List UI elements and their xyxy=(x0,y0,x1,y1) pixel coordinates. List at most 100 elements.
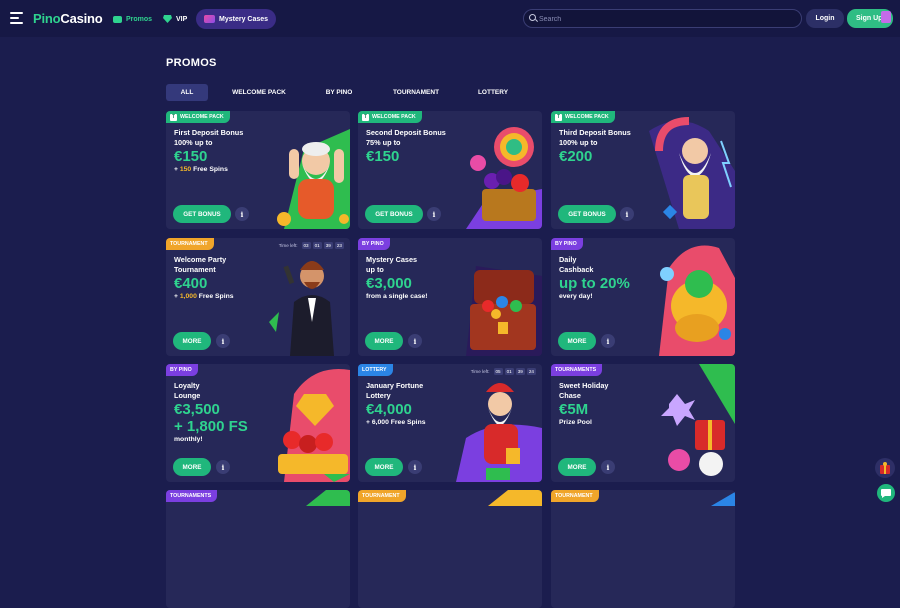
holiday-gifts-art xyxy=(661,364,735,476)
promo-amount: up to 20% xyxy=(559,275,630,292)
tab-lottery[interactable]: LOTTERY xyxy=(464,84,522,101)
chat-support-icon[interactable] xyxy=(877,484,895,502)
get-bonus-button[interactable]: GET BONUS xyxy=(558,205,616,223)
signup-button[interactable]: Sign Up xyxy=(847,9,893,28)
promo-badge: TOURNAMENTS xyxy=(166,490,218,502)
info-icon[interactable] xyxy=(408,334,422,348)
promo-card[interactable]: BY PINO Mystery Cases up to €3,000 from … xyxy=(358,238,542,356)
santa-winter-art xyxy=(456,383,542,482)
info-icon[interactable] xyxy=(427,207,441,221)
more-button[interactable]: MORE xyxy=(558,458,596,476)
search-box[interactable] xyxy=(523,9,802,28)
welcome-badge-icon: T xyxy=(170,113,177,121)
santa-muscle-art xyxy=(277,129,350,229)
search-input[interactable] xyxy=(539,12,789,26)
promo-amount: €150 xyxy=(366,148,400,165)
site-logo[interactable]: PinoCasino xyxy=(33,11,103,26)
promo-subtitle: + 150 Free Spins xyxy=(174,166,228,173)
promo-amount: €200 xyxy=(559,148,593,165)
chat-bubble-icon xyxy=(881,489,891,498)
more-button[interactable]: MORE xyxy=(173,332,211,350)
promo-badge: BY PINO xyxy=(551,238,583,250)
promo-card[interactable]: BY PINO Daily Cashback up to 20% every d… xyxy=(551,238,735,356)
promo-badge: TOURNAMENT xyxy=(166,238,214,250)
promo-card[interactable]: BY PINO Loyalty Lounge €3,500 + 1,800 FS… xyxy=(166,364,350,482)
tab-tournament[interactable]: TOURNAMENT xyxy=(368,84,464,101)
more-button[interactable]: MORE xyxy=(365,332,403,350)
nav-item-promos[interactable]: Promos xyxy=(113,9,152,29)
promo-card[interactable]: TOURNAMENTS Sweet Holiday Chase €5M Priz… xyxy=(551,364,735,482)
promo-subtitle: from a single case! xyxy=(366,293,428,300)
promo-title: Welcome Party Tournament xyxy=(174,255,227,274)
info-icon[interactable] xyxy=(408,460,422,474)
promo-badge: T WELCOME PACK xyxy=(166,111,230,123)
promo-card[interactable]: TOURNAMENT xyxy=(551,490,735,608)
promo-subtitle: Prize Pool xyxy=(559,419,592,426)
more-button[interactable]: MORE xyxy=(558,332,596,350)
nav-item-mystery-cases[interactable]: Mystery Cases xyxy=(196,9,276,29)
promo-title: January Fortune Lottery xyxy=(366,381,424,400)
promo-card[interactable]: TOURNAMENT xyxy=(358,490,542,608)
nav-item-vip[interactable]: VIP xyxy=(163,9,187,29)
welcome-badge-icon: T xyxy=(362,113,369,121)
promo-subtitle: + 1,000 Free Spins xyxy=(174,293,234,300)
promo-art xyxy=(306,490,350,506)
promo-card[interactable]: TOURNAMENT Time left: 03 01 39 23 Welcome P… xyxy=(166,238,350,356)
top-navigation-bar: PinoCasino Promos VIP Mystery Cases Logi… xyxy=(0,0,900,37)
promo-badge: LOTTERY xyxy=(358,364,393,376)
promo-amount: €3,000 xyxy=(366,275,412,292)
tab-welcome-pack[interactable]: WELCOME PACK xyxy=(208,84,310,101)
get-bonus-button[interactable]: GET BONUS xyxy=(173,205,231,223)
info-icon[interactable] xyxy=(216,460,230,474)
nav-label: Promos xyxy=(126,15,153,23)
nav-label: VIP xyxy=(176,15,188,23)
promo-subtitle: monthly! xyxy=(174,436,203,443)
promo-card[interactable]: T WELCOME PACK Second Deposit Bonus 75% u… xyxy=(358,111,542,229)
welcome-badge-icon: T xyxy=(555,113,562,121)
info-icon[interactable] xyxy=(216,334,230,348)
gift-icon xyxy=(880,462,890,474)
promo-badge: T WELCOME PACK xyxy=(358,111,422,123)
promo-title: Daily Cashback xyxy=(559,255,594,274)
countdown-timer: Time left: 05 01 39 24 xyxy=(470,368,536,375)
hamburger-menu-icon[interactable] xyxy=(10,12,23,24)
host-with-mic-art xyxy=(269,261,334,356)
promo-amount: €4,000 xyxy=(366,401,412,418)
promo-subtitle: every day! xyxy=(559,293,593,300)
nav-label: Mystery Cases xyxy=(219,15,269,23)
more-button[interactable]: MORE xyxy=(365,458,403,476)
get-bonus-button[interactable]: GET BONUS xyxy=(365,205,423,223)
promo-amount: €150 xyxy=(174,148,208,165)
promo-badge: BY PINO xyxy=(358,238,390,250)
promo-title: Mystery Cases up to xyxy=(366,255,418,274)
gift-box-icon xyxy=(113,15,122,23)
promo-amount: €400 xyxy=(174,275,208,292)
login-button[interactable]: Login xyxy=(806,9,844,28)
promo-widget-icon[interactable] xyxy=(875,458,895,478)
diamond-icon xyxy=(163,15,172,23)
bonus-fruit-art xyxy=(278,369,350,482)
promo-badge: T WELCOME PACK xyxy=(551,111,615,123)
promo-card[interactable]: LOTTERY Time left: 05 01 39 24 January Fort… xyxy=(358,364,542,482)
tab-all[interactable]: ALL xyxy=(166,84,208,101)
promo-card[interactable]: T WELCOME PACK Third Deposit Bonus 100% u… xyxy=(551,111,735,229)
promo-badge: TOURNAMENT xyxy=(551,490,599,502)
zeus-art xyxy=(649,117,735,229)
more-button[interactable]: MORE xyxy=(173,458,211,476)
info-icon[interactable] xyxy=(601,334,615,348)
info-icon[interactable] xyxy=(620,207,634,221)
promo-title: First Deposit Bonus 100% up to xyxy=(174,128,244,147)
info-icon[interactable] xyxy=(235,207,249,221)
promo-amount: €3,500 + 1,800 FS xyxy=(174,401,248,435)
tab-by-pino[interactable]: BY PINO xyxy=(310,84,368,101)
countdown-timer: Time left: 03 01 39 23 xyxy=(278,242,344,249)
treasure-chest-art xyxy=(466,266,542,356)
promo-card[interactable]: T WELCOME PACK First Deposit Bonus 100% u… xyxy=(166,111,350,229)
promo-title: Loyalty Lounge xyxy=(174,381,201,400)
promo-card[interactable]: TOURNAMENTS xyxy=(166,490,350,608)
search-icon xyxy=(529,14,536,21)
promo-badge: BY PINO xyxy=(166,364,198,376)
promo-filter-tabs: ALL WELCOME PACK BY PINO TOURNAMENT LOTT… xyxy=(166,84,522,101)
promo-subtitle: + 6,000 Free Spins xyxy=(366,419,426,426)
info-icon[interactable] xyxy=(601,460,615,474)
